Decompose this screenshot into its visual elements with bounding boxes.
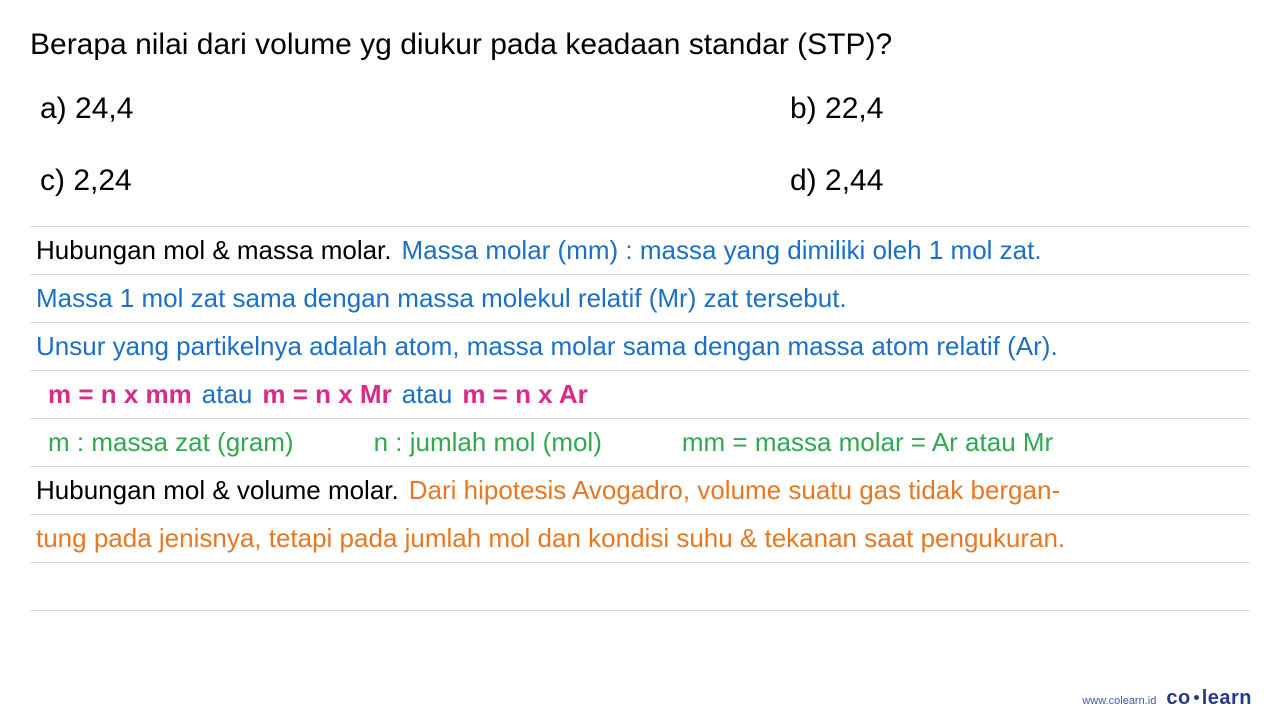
option-d: d) 2,44 <box>660 164 1250 198</box>
dot-icon <box>1194 695 1199 700</box>
text-segment: Massa molar (mm) : massa yang dimiliki o… <box>402 232 1042 268</box>
text-segment: Unsur yang partikelnya adalah atom, mass… <box>36 328 1058 364</box>
note-line-empty <box>30 563 1250 611</box>
text-segment: tung pada jenisnya, tetapi pada jumlah m… <box>36 520 1065 556</box>
note-line-empty <box>30 611 1250 659</box>
question-heading: Berapa nilai dari volume yg diukur pada … <box>30 28 1250 62</box>
formula-segment: m = n x mm <box>48 376 192 412</box>
footer-url: www.colearn.id <box>1082 695 1156 707</box>
note-line-1: Hubungan mol & massa molar. Massa molar … <box>30 227 1250 275</box>
footer: www.colearn.id colearn <box>1082 687 1252 710</box>
note-line-6: Hubungan mol & volume molar. Dari hipote… <box>30 467 1250 515</box>
text-segment: atau <box>402 376 453 412</box>
option-b: b) 22,4 <box>660 92 1250 126</box>
text-segment: Hubungan mol & massa molar. <box>36 232 392 268</box>
legend-segment: m : massa zat (gram) <box>48 424 294 460</box>
text-segment: Hubungan mol & volume molar. <box>36 472 399 508</box>
note-line-5: m : massa zat (gram) n : jumlah mol (mol… <box>30 419 1250 467</box>
text-segment: atau <box>202 376 253 412</box>
formula-segment: m = n x Ar <box>462 376 587 412</box>
legend-segment: n : jumlah mol (mol) <box>374 424 602 460</box>
text-segment: Dari hipotesis Avogadro, volume suatu ga… <box>409 472 1060 508</box>
options-grid: a) 24,4 b) 22,4 c) 2,24 d) 2,44 <box>30 92 1250 198</box>
brand-right: learn <box>1202 687 1252 709</box>
option-a: a) 24,4 <box>40 92 630 126</box>
formula-segment: m = n x Mr <box>262 376 391 412</box>
brand-left: co <box>1166 687 1190 709</box>
option-c: c) 2,24 <box>40 164 630 198</box>
text-segment: Massa 1 mol zat sama dengan massa moleku… <box>36 280 847 316</box>
brand-logo: colearn <box>1166 687 1252 710</box>
note-line-4: m = n x mm atau m = n x Mr atau m = n x … <box>30 371 1250 419</box>
legend-segment: mm = massa molar = Ar atau Mr <box>682 424 1053 460</box>
note-line-2: Massa 1 mol zat sama dengan massa moleku… <box>30 275 1250 323</box>
note-line-3: Unsur yang partikelnya adalah atom, mass… <box>30 323 1250 371</box>
note-line-7: tung pada jenisnya, tetapi pada jumlah m… <box>30 515 1250 563</box>
notes-block: Hubungan mol & massa molar. Massa molar … <box>30 226 1250 659</box>
